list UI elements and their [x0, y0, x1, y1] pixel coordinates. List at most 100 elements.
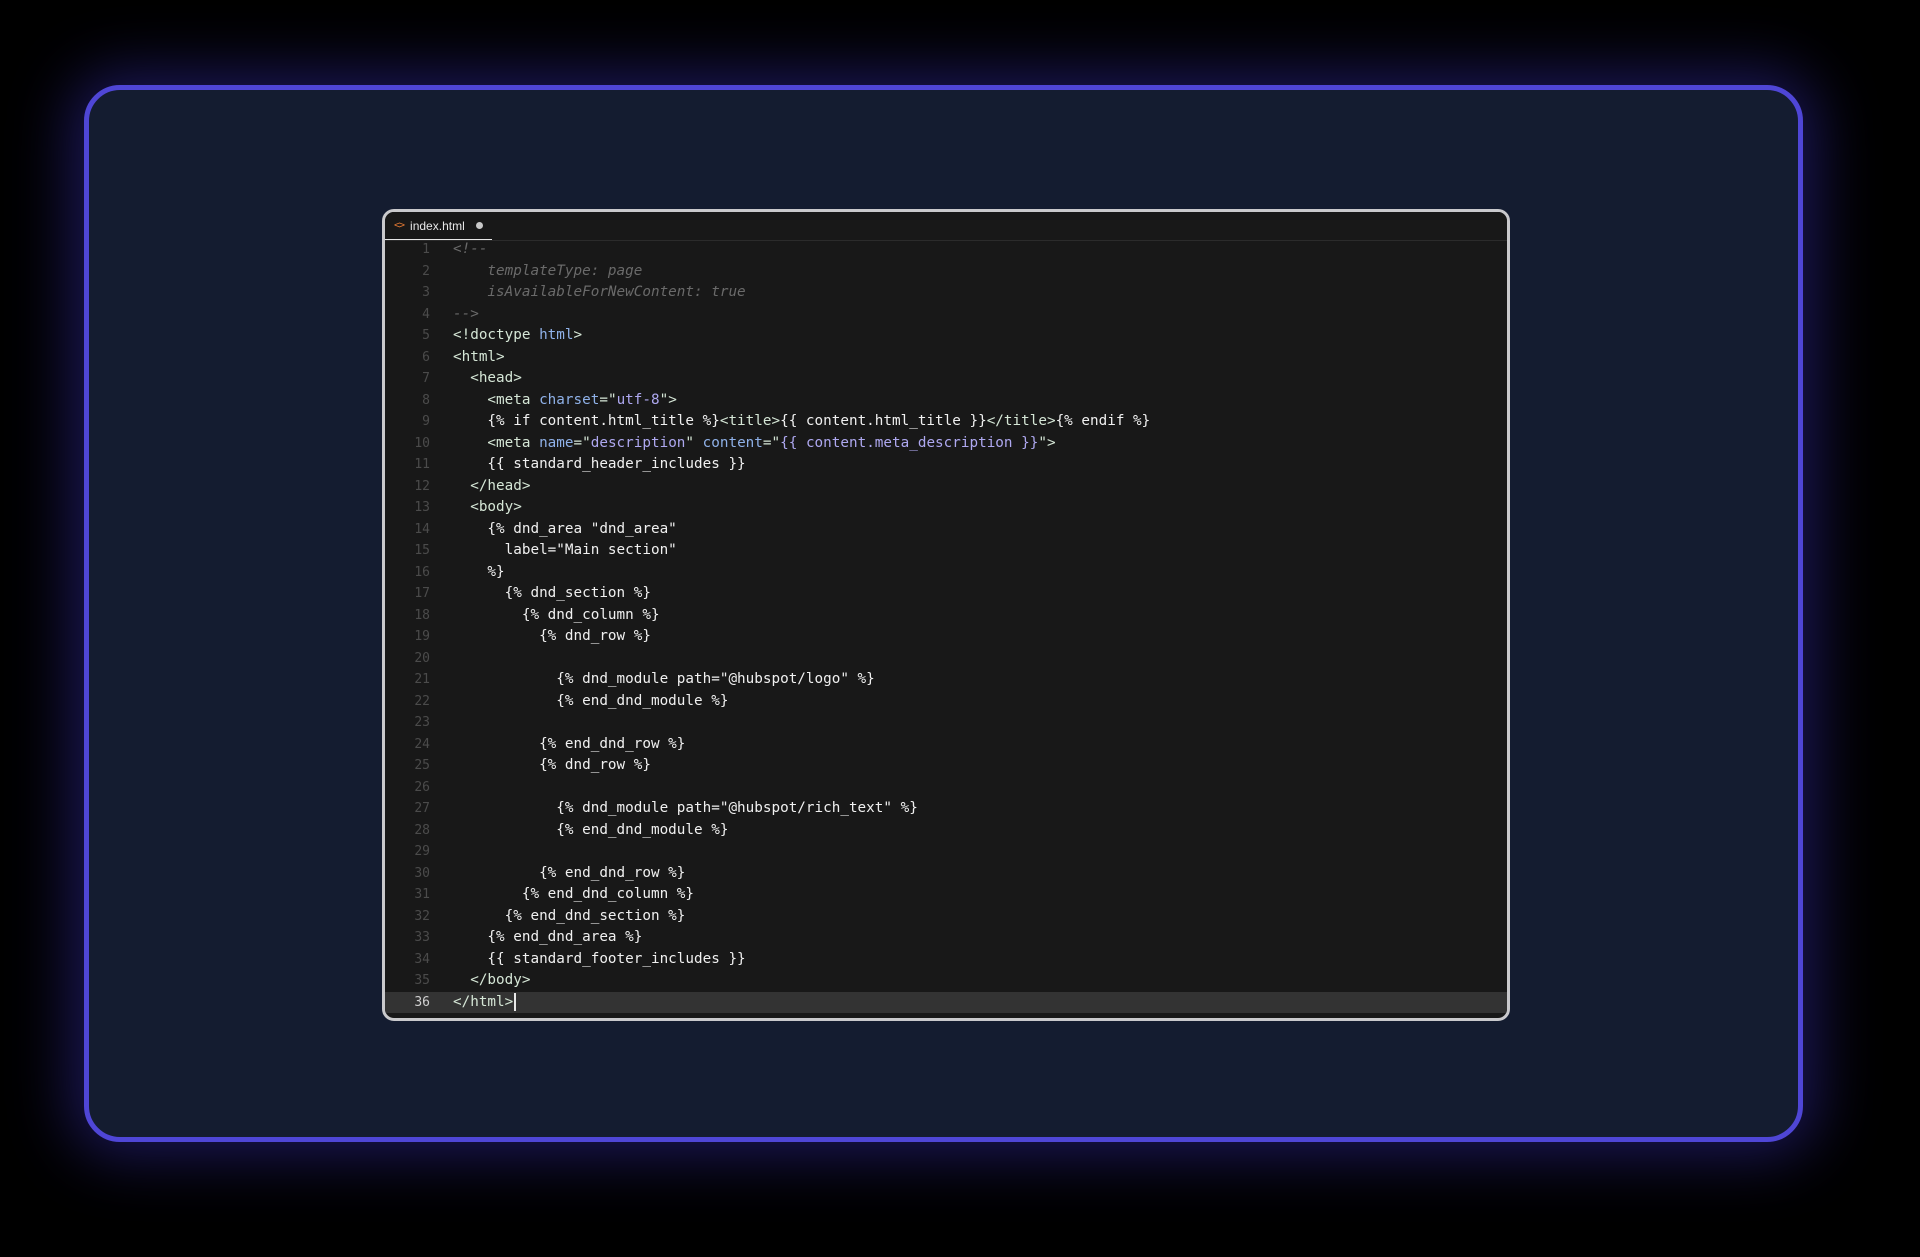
code-line[interactable]: 23 [385, 712, 1507, 734]
line-text: {% end_dnd_row %} [453, 863, 685, 885]
code-line[interactable]: 32 {% end_dnd_section %} [385, 906, 1507, 928]
code-line[interactable]: 24 {% end_dnd_row %} [385, 734, 1507, 756]
code-token: </title> [986, 413, 1056, 429]
code-line[interactable]: 4 --> [385, 304, 1507, 326]
code-line[interactable]: 1 <!-- [385, 239, 1507, 261]
code-line[interactable]: 28 {% end_dnd_module %} [385, 820, 1507, 842]
line-text: {% end_dnd_module %} [453, 820, 728, 842]
line-number: 31 [414, 887, 430, 902]
code-token: {% dnd_row %} [453, 757, 651, 773]
code-token: </head> [453, 477, 531, 494]
text-cursor [514, 992, 517, 1011]
editor-tab-bar: <> index.html [385, 212, 1507, 241]
line-text: </head> [453, 476, 530, 498]
code-token: "> [659, 391, 677, 408]
code-line[interactable]: 29 [385, 841, 1507, 863]
code-line[interactable]: 2 templateType: page [385, 261, 1507, 283]
code-line[interactable]: 7 <head> [385, 368, 1507, 390]
line-text: {{ standard_footer_includes }} [453, 949, 745, 971]
line-text: <!doctype html> [453, 325, 582, 347]
line-number: 7 [422, 371, 430, 386]
code-line[interactable]: 11 {{ standard_header_includes }} [385, 454, 1507, 476]
line-text: {% end_dnd_area %} [453, 927, 642, 949]
code-token: %} [453, 563, 505, 580]
line-number: 1 [422, 242, 430, 257]
code-line[interactable]: 18 {% dnd_column %} [385, 605, 1507, 627]
code-line[interactable]: 25 {% dnd_row %} [385, 755, 1507, 777]
line-text: </body> [453, 970, 530, 992]
code-token: <title> [719, 413, 781, 429]
code-line[interactable]: 14 {% dnd_area "dnd_area" [385, 519, 1507, 541]
line-text: <html> [453, 347, 505, 369]
code-token: <!-- [453, 241, 488, 257]
code-token: {% end_dnd_row %} [453, 864, 686, 881]
code-line[interactable]: 13 <body> [385, 497, 1507, 519]
line-text: <meta charset="utf-8"> [453, 390, 677, 412]
line-text: {% dnd_row %} [453, 755, 651, 777]
code-line[interactable]: 17 {% dnd_section %} [385, 583, 1507, 605]
line-number: 12 [414, 478, 430, 494]
line-text: </html> [453, 992, 517, 1014]
line-number: 34 [414, 951, 430, 967]
line-text: {% end_dnd_row %} [453, 734, 685, 756]
tab-filename: index.html [410, 218, 465, 233]
line-number: 3 [422, 285, 430, 300]
code-line[interactable]: 21 {% dnd_module path="@hubspot/logo" %} [385, 669, 1507, 691]
code-token: {% end_dnd_column %} [453, 886, 695, 902]
code-line[interactable]: 15 label="Main section" [385, 540, 1507, 562]
line-number: 4 [422, 306, 430, 322]
code-line[interactable]: 31 {% end_dnd_column %} [385, 884, 1507, 906]
code-token: <body> [453, 499, 522, 515]
line-text: {{ standard_header_includes }} [453, 454, 746, 476]
line-number: 16 [414, 564, 430, 580]
code-line[interactable]: 35 </body> [385, 970, 1507, 992]
line-number: 11 [414, 457, 430, 472]
code-line[interactable]: 12 </head> [385, 476, 1507, 498]
code-line[interactable]: 5 <!doctype html> [385, 325, 1507, 347]
code-line[interactable]: 30 {% end_dnd_row %} [385, 863, 1507, 885]
code-token: {% dnd_row %} [453, 628, 651, 644]
code-line[interactable]: 16 %} [385, 562, 1507, 584]
code-token: </html> [453, 993, 514, 1010]
code-line[interactable]: 36 </html> [385, 991, 1507, 1014]
line-number: 33 [414, 930, 430, 945]
line-number: 27 [414, 801, 430, 816]
line-text: {% end_dnd_module %} [453, 691, 728, 713]
code-token: > [573, 327, 583, 343]
code-line[interactable]: 33 {% end_dnd_area %} [385, 927, 1507, 949]
code-line[interactable]: 9 {% if content.html_title %}<title>{{ c… [385, 411, 1507, 433]
code-line[interactable]: 26 [385, 777, 1507, 799]
code-token: <meta [453, 391, 540, 408]
unsaved-dot-icon[interactable] [475, 222, 483, 229]
line-number: 32 [414, 908, 430, 924]
line-number: 23 [414, 715, 430, 730]
code-area[interactable]: 1 <!-- 2 templateType: page 3 isAvailableFo… [385, 239, 1507, 1013]
code-token: {% dnd_column %} [453, 606, 660, 623]
code-token: {{ content.meta_description }} [780, 434, 1039, 451]
code-token: html [539, 327, 574, 343]
code-token: =" [573, 434, 591, 451]
line-text: {% if content.html_title %}<title>{{ con… [453, 411, 1150, 433]
code-line[interactable]: 22 {% end_dnd_module %} [385, 691, 1507, 713]
line-text: label="Main section" [453, 540, 677, 562]
code-line[interactable]: 10 <meta name="description" content="{{ … [385, 433, 1507, 455]
code-line[interactable]: 19 {% dnd_row %} [385, 626, 1507, 648]
line-text: --> [453, 304, 479, 326]
line-text: <!-- [453, 239, 487, 261]
code-line[interactable]: 3 isAvailableForNewContent: true [385, 282, 1507, 304]
code-line[interactable]: 20 [385, 648, 1507, 670]
line-text: {% dnd_module path="@hubspot/rich_text" … [453, 798, 918, 820]
code-line[interactable]: 34 {{ standard_footer_includes }} [385, 949, 1507, 971]
code-line[interactable]: 27 {% dnd_module path="@hubspot/rich_tex… [385, 798, 1507, 820]
code-line[interactable]: 6 <html> [385, 347, 1507, 369]
code-line[interactable]: 8 <meta charset="utf-8"> [385, 390, 1507, 412]
tab-index-html[interactable]: <> index.html [385, 212, 492, 240]
line-number: 9 [422, 414, 430, 429]
code-token: label="Main section" [453, 542, 677, 558]
code-token: </body> [453, 972, 531, 988]
code-token: {% if content.html_title %} [453, 413, 720, 429]
line-number: 36 [414, 994, 430, 1010]
code-token: {{ standard_header_includes }} [453, 456, 746, 472]
line-number: 17 [414, 586, 430, 601]
line-number: 14 [414, 521, 430, 537]
